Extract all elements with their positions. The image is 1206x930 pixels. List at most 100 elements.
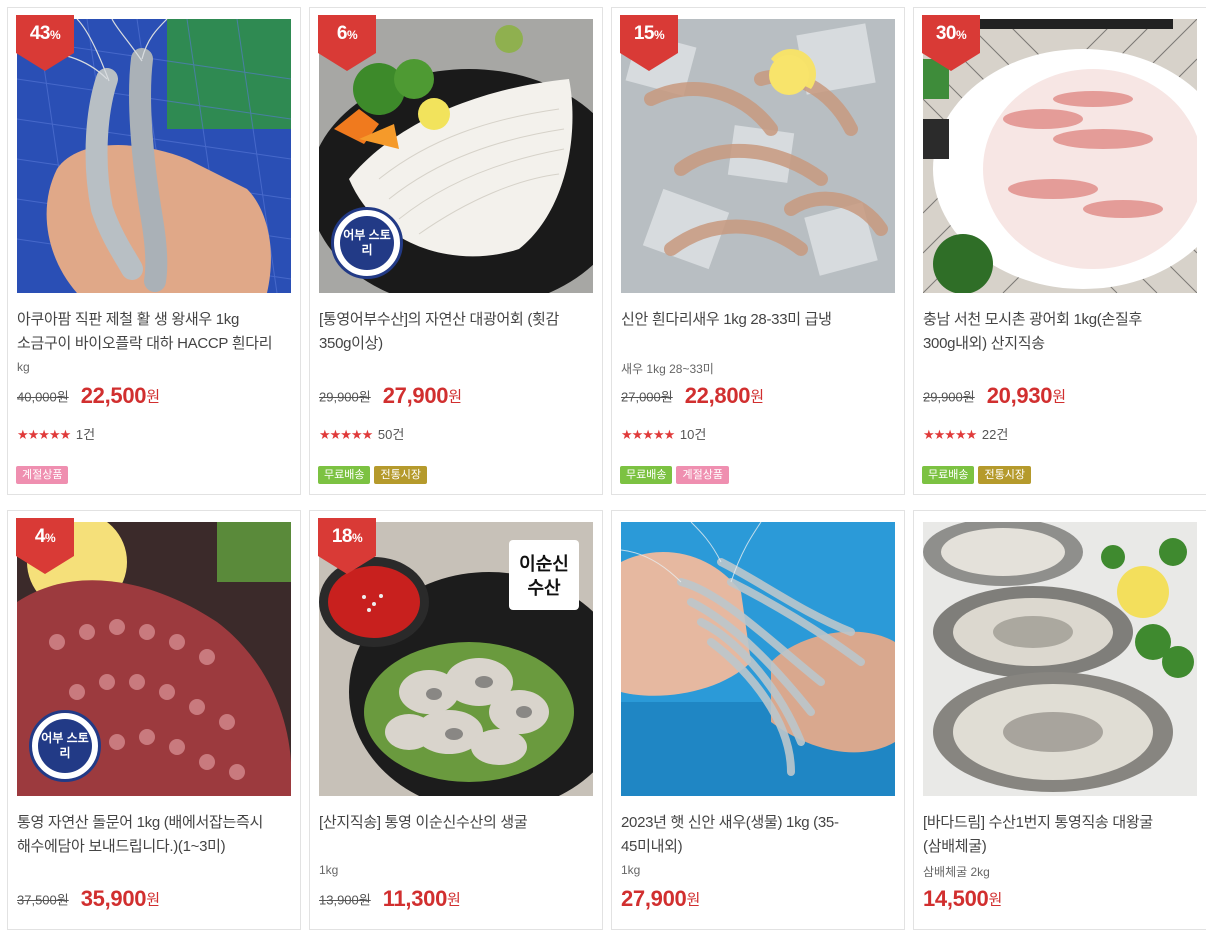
tag-badge: 무료배송 <box>318 466 371 484</box>
product-subtitle: 삼배체굴 2kg <box>923 865 990 879</box>
product-card[interactable]: 이순신 수산 18% [산지직송] 통영 이순신수산의 생굴 1kg 13,90… <box>309 510 603 930</box>
product-image[interactable] <box>923 522 1197 796</box>
rating-row: ★★★★★ 10건 <box>621 424 706 443</box>
product-card[interactable]: 43% 아쿠아팜 직판 제철 활 생 왕새우 1kg 소금구이 바이오플락 대하… <box>7 7 301 495</box>
tag-list: 계절상품 <box>16 465 72 484</box>
tag-badge: 무료배송 <box>620 466 673 484</box>
sale-price: 22,500 <box>80 383 147 408</box>
price-row: 29,900원 27,900원 <box>319 383 462 413</box>
product-card[interactable]: 2023년 햇 신안 새우(생물) 1kg (35-45미내외) 1kg 27,… <box>611 510 905 930</box>
brand-logo: 어부 스토리 <box>331 207 403 279</box>
product-subtitle: kg <box>17 360 30 374</box>
sale-price: 35,900 <box>80 886 147 911</box>
tag-badge: 무료배송 <box>922 466 975 484</box>
discount-ribbon: 30% <box>922 15 980 71</box>
sale-price: 14,500 <box>923 886 989 911</box>
discount-ribbon: 15% <box>620 15 678 71</box>
discount-value: 15 <box>633 23 655 44</box>
discount-value: 6 <box>336 23 348 44</box>
rating-row: ★★★★★ 50건 <box>319 424 404 443</box>
rating-row: ★★★★★ 1건 <box>17 424 95 443</box>
discount-value: 30 <box>935 23 957 44</box>
product-subtitle: 새우 1kg 28~33미 <box>621 362 714 376</box>
product-image[interactable] <box>621 522 895 796</box>
discount-ribbon: 18% <box>318 518 376 574</box>
star-rating-icon: ★★★★★ <box>923 427 977 442</box>
brand-logo-text: 어부 스토리 <box>340 216 394 270</box>
product-card[interactable]: 어부 스토리 6% [통영어부수산]의 자연산 대광어회 (횟감 350g이상)… <box>309 7 603 495</box>
currency-unit: 원 <box>448 388 463 406</box>
original-price: 13,900원 <box>319 892 371 908</box>
star-rating-icon: ★★★★★ <box>17 427 71 442</box>
discount-unit: % <box>653 28 665 42</box>
discount-ribbon: 4% <box>16 518 74 574</box>
discount-value: 4 <box>34 526 46 547</box>
product-subtitle: 1kg <box>319 863 339 877</box>
discount-unit: % <box>955 28 967 42</box>
review-count: 50건 <box>377 427 405 442</box>
product-title[interactable]: [산지직송] 통영 이순신수산의 생굴 <box>319 811 591 835</box>
svg-text:수산: 수산 <box>527 578 561 598</box>
price-row: 27,000원 22,800원 <box>621 383 764 413</box>
sale-price: 20,930 <box>986 383 1053 408</box>
product-subtitle: 1kg <box>621 863 641 877</box>
discount-ribbon: 43% <box>16 15 74 71</box>
currency-unit: 원 <box>146 388 161 406</box>
product-title[interactable]: 아쿠아팜 직판 제철 활 생 왕새우 1kg 소금구이 바이오플락 대하 HAC… <box>17 308 289 356</box>
tag-list: 무료배송 전통시장 <box>318 465 431 484</box>
product-card[interactable]: 어부 스토리 4% 통영 자연산 돌문어 1kg (배에서잡는즉시 해수에담아 … <box>7 510 301 930</box>
review-count: 1건 <box>75 427 96 442</box>
original-price: 27,000원 <box>621 389 673 405</box>
currency-unit: 원 <box>686 891 701 909</box>
sale-price: 11,300 <box>382 886 448 911</box>
sale-price: 22,800 <box>684 383 751 408</box>
sale-price: 27,900 <box>621 886 687 911</box>
price-row: 13,900원 11,300원 <box>319 886 461 916</box>
brand-logo: 어부 스토리 <box>29 710 101 782</box>
original-price: 40,000원 <box>17 389 69 405</box>
currency-unit: 원 <box>750 388 765 406</box>
product-title[interactable]: [바다드림] 수산1번지 통영직송 대왕굴(삼배체굴) <box>923 811 1195 859</box>
tag-badge: 전통시장 <box>978 466 1031 484</box>
discount-unit: % <box>351 531 363 545</box>
price-row: 40,000원 22,500원 <box>17 383 160 413</box>
product-card[interactable]: 15% 신안 흰다리새우 1kg 28-33미 급냉 새우 1kg 28~33미… <box>611 7 905 495</box>
discount-ribbon: 6% <box>318 15 376 71</box>
sale-price: 27,900 <box>382 383 449 408</box>
tag-badge: 계절상품 <box>676 466 729 484</box>
discount-value: 18 <box>331 526 353 547</box>
product-title[interactable]: [통영어부수산]의 자연산 대광어회 (횟감 350g이상) <box>319 308 591 356</box>
tag-badge: 전통시장 <box>374 466 427 484</box>
product-title[interactable]: 충남 서천 모시촌 광어회 1kg(손질후 300g내외) 산지직송 <box>923 308 1195 356</box>
tag-badge: 계절상품 <box>16 466 69 484</box>
brand-logo-text: 어부 스토리 <box>38 719 92 773</box>
price-row: 14,500원 <box>923 886 1002 916</box>
product-title[interactable]: 통영 자연산 돌문어 1kg (배에서잡는즉시 해수에담아 보내드립니다.)(1… <box>17 811 289 859</box>
review-count: 10건 <box>679 427 707 442</box>
product-card[interactable]: 30% 충남 서천 모시촌 광어회 1kg(손질후 300g내외) 산지직송 2… <box>913 7 1206 495</box>
product-card[interactable]: [바다드림] 수산1번지 통영직송 대왕굴(삼배체굴) 삼배체굴 2kg 14,… <box>913 510 1206 930</box>
currency-unit: 원 <box>146 891 161 909</box>
svg-text:이순신: 이순신 <box>519 554 569 574</box>
star-rating-icon: ★★★★★ <box>319 427 373 442</box>
currency-unit: 원 <box>1052 388 1067 406</box>
price-row: 29,900원 20,930원 <box>923 383 1066 413</box>
tag-list: 무료배송 전통시장 <box>922 465 1035 484</box>
original-price: 29,900원 <box>923 389 975 405</box>
product-title[interactable]: 신안 흰다리새우 1kg 28-33미 급냉 <box>621 308 893 332</box>
original-price: 29,900원 <box>319 389 371 405</box>
discount-value: 43 <box>29 23 51 44</box>
discount-unit: % <box>346 28 358 42</box>
discount-unit: % <box>49 28 61 42</box>
rating-row: ★★★★★ 22건 <box>923 424 1008 443</box>
price-row: 27,900원 <box>621 886 700 916</box>
tag-list: 무료배송 계절상품 <box>620 465 733 484</box>
currency-unit: 원 <box>447 891 461 909</box>
star-rating-icon: ★★★★★ <box>621 427 675 442</box>
original-price: 37,500원 <box>17 892 69 908</box>
discount-unit: % <box>44 531 56 545</box>
product-title[interactable]: 2023년 햇 신안 새우(생물) 1kg (35-45미내외) <box>621 811 893 859</box>
currency-unit: 원 <box>988 891 1003 909</box>
product-grid: 43% 아쿠아팜 직판 제철 활 생 왕새우 1kg 소금구이 바이오플락 대하… <box>0 0 1206 930</box>
price-row: 37,500원 35,900원 <box>17 886 160 916</box>
